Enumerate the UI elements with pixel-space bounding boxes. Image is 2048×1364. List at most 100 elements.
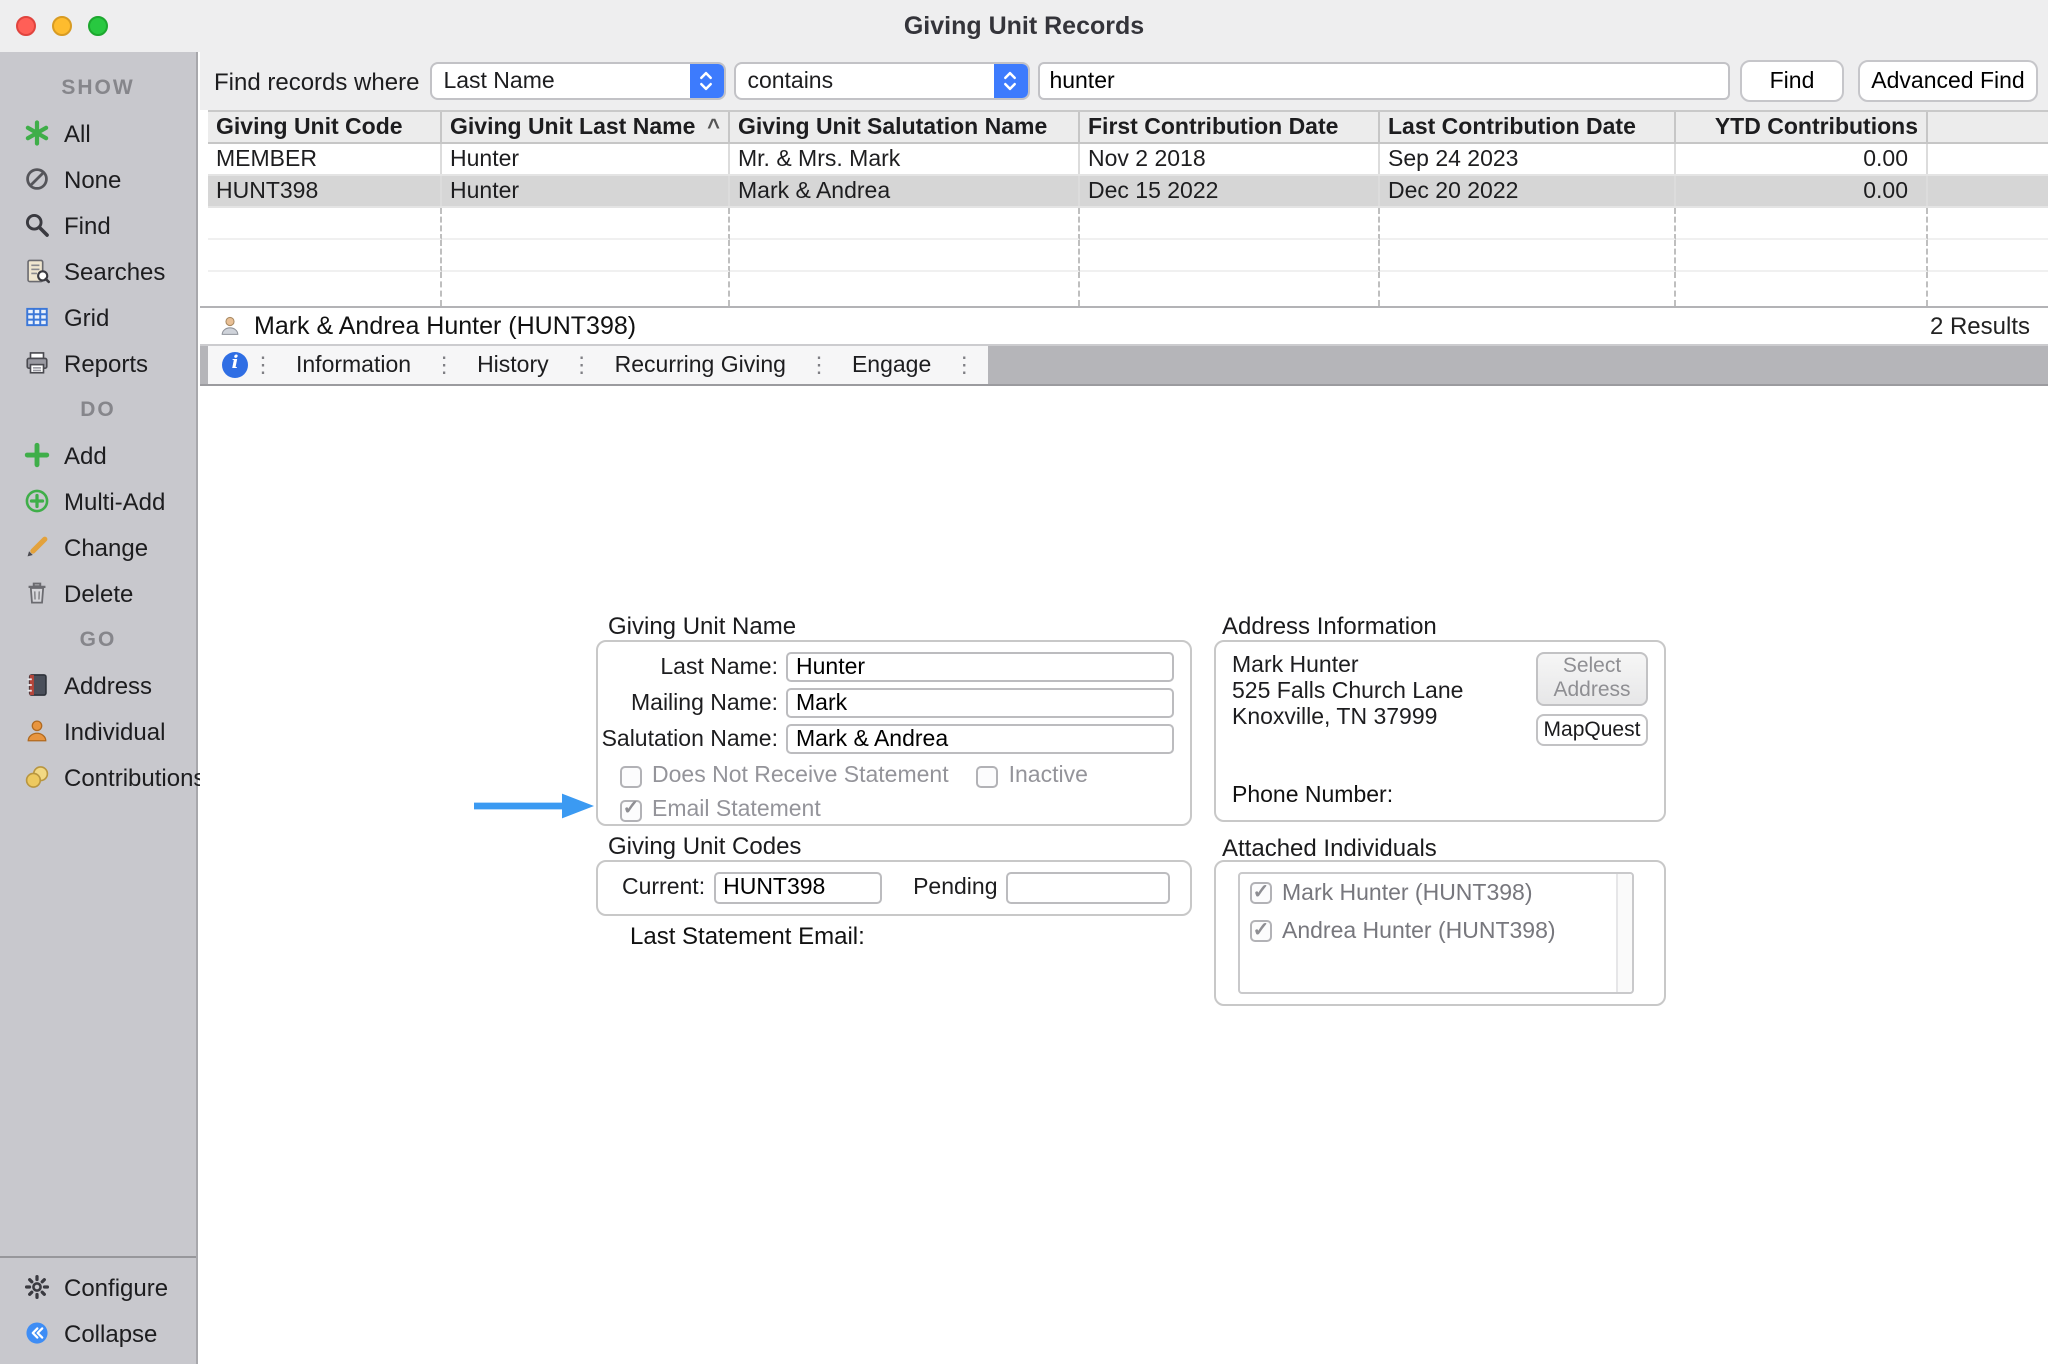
does-not-receive-statement-checkbox[interactable] (620, 765, 642, 787)
table-row-selected[interactable]: HUNT398 Hunter Mark & Andrea Dec 15 2022… (208, 176, 2048, 208)
close-window-button[interactable] (16, 16, 36, 36)
table-cell: MEMBER (208, 144, 442, 174)
zoom-window-button[interactable] (88, 16, 108, 36)
table-cell: Nov 2 2018 (1080, 144, 1380, 174)
last-statement-email-label: Last Statement Email: (630, 922, 865, 950)
sidebar-item-grid[interactable]: Grid (0, 294, 196, 340)
attached-individual-label: Mark Hunter (HUNT398) (1282, 881, 1533, 905)
sidebar-item-none[interactable]: None (0, 156, 196, 202)
salutation-name-field[interactable] (786, 724, 1174, 754)
sidebar-item-find[interactable]: Find (0, 202, 196, 248)
tab-bar: Information History Recurring Giving Eng… (200, 346, 2048, 386)
group-title-address-information: Address Information (1222, 612, 1437, 640)
traffic-lights (16, 16, 108, 36)
tab-engage[interactable]: Engage (834, 346, 949, 384)
sidebar-item-configure[interactable]: Configure (0, 1264, 196, 1310)
record-title: Mark & Andrea Hunter (HUNT398) (254, 312, 636, 340)
sidebar-item-label: Delete (64, 579, 133, 607)
operator-dropdown-value: contains (735, 69, 993, 93)
sidebar-item-label: Change (64, 533, 148, 561)
sort-ascending-icon: ^ (701, 115, 720, 139)
tab-separator-icon (804, 352, 834, 378)
sidebar-item-address[interactable]: Address (0, 662, 196, 708)
table-row-empty (208, 240, 2048, 272)
sidebar-item-all[interactable]: All (0, 110, 196, 156)
email-statement-checkbox[interactable] (620, 799, 642, 821)
current-code-field[interactable] (713, 872, 881, 904)
field-dropdown-value: Last Name (431, 69, 689, 93)
sidebar-item-reports[interactable]: Reports (0, 340, 196, 386)
sidebar-section-show: SHOW (0, 64, 196, 110)
attached-individual-row[interactable]: Andrea Hunter (HUNT398) (1240, 912, 1632, 950)
column-header-sorted[interactable]: Giving Unit Last Name^ (442, 112, 730, 142)
tab-recurring-giving[interactable]: Recurring Giving (597, 346, 804, 384)
search-icon (22, 210, 52, 240)
table-cell: HUNT398 (208, 176, 442, 206)
printer-icon (22, 348, 52, 378)
list-scrollbar[interactable] (1616, 874, 1632, 992)
sidebar-item-label: Grid (64, 303, 109, 331)
sidebar-item-change[interactable]: Change (0, 524, 196, 570)
operator-dropdown[interactable]: contains (733, 62, 1029, 100)
sidebar-item-label: None (64, 165, 121, 193)
sidebar-item-label: All (64, 119, 91, 147)
sidebar-item-label: Collapse (64, 1319, 157, 1347)
email-statement-label: Email Statement (652, 798, 821, 822)
table-cell: Dec 15 2022 (1080, 176, 1380, 206)
sidebar-item-multi-add[interactable]: Multi-Add (0, 478, 196, 524)
column-header[interactable]: First Contribution Date (1080, 112, 1380, 142)
sidebar-footer: Configure Collapse (0, 1256, 196, 1356)
sidebar-item-contributions[interactable]: Contributions (0, 754, 196, 800)
select-address-button[interactable]: Select Address (1536, 652, 1648, 706)
tab-information[interactable]: Information (278, 346, 429, 384)
results-count: 2 Results (1930, 312, 2030, 340)
sidebar: SHOW All None Find Searches Grid Reports… (0, 52, 198, 1364)
giving-unit-codes-box: Current: Pending (596, 860, 1192, 916)
pending-code-field[interactable] (1006, 872, 1170, 904)
circle-plus-icon (22, 486, 52, 516)
find-records-where-label: Find records where (214, 67, 419, 95)
advanced-find-button[interactable]: Advanced Find (1858, 60, 2038, 102)
last-name-field[interactable] (786, 652, 1174, 682)
sidebar-item-label: Address (64, 671, 152, 699)
mapquest-button[interactable]: MapQuest (1536, 714, 1648, 746)
tab-history[interactable]: History (459, 346, 567, 384)
search-input[interactable] (1037, 62, 1730, 100)
person-icon (22, 716, 52, 746)
attached-individual-checkbox[interactable] (1250, 882, 1272, 904)
gear-icon (22, 1272, 52, 1302)
column-header[interactable]: Giving Unit Code (208, 112, 442, 142)
attached-individuals-list: Mark Hunter (HUNT398) Andrea Hunter (HUN… (1238, 872, 1634, 994)
column-header-filler (1928, 112, 2048, 142)
table-cell (1928, 176, 2048, 206)
info-icon[interactable] (222, 352, 248, 378)
plus-icon (22, 440, 52, 470)
attached-individual-row[interactable]: Mark Hunter (HUNT398) (1240, 874, 1632, 912)
sidebar-item-collapse[interactable]: Collapse (0, 1310, 196, 1356)
group-title-giving-unit-name: Giving Unit Name (608, 612, 796, 640)
collapse-icon (22, 1318, 52, 1348)
table-header-row: Giving Unit Code Giving Unit Last Name^ … (208, 110, 2048, 144)
column-header[interactable]: Giving Unit Salutation Name (730, 112, 1080, 142)
sidebar-item-delete[interactable]: Delete (0, 570, 196, 616)
find-button[interactable]: Find (1740, 60, 1844, 102)
table-cell: Mark & Andrea (730, 176, 1080, 206)
coins-icon (22, 762, 52, 792)
attached-individual-checkbox[interactable] (1250, 920, 1272, 942)
pending-code-label: Pending (913, 876, 997, 900)
annotation-arrow-icon (472, 792, 596, 820)
mailing-name-field[interactable] (786, 688, 1174, 718)
attached-individual-label: Andrea Hunter (HUNT398) (1282, 919, 1556, 943)
field-dropdown[interactable]: Last Name (429, 62, 725, 100)
inactive-checkbox[interactable] (977, 765, 999, 787)
sidebar-item-searches[interactable]: Searches (0, 248, 196, 294)
column-header[interactable]: YTD Contributions (1676, 112, 1928, 142)
sidebar-item-add[interactable]: Add (0, 432, 196, 478)
inactive-label: Inactive (1009, 764, 1088, 788)
minimize-window-button[interactable] (52, 16, 72, 36)
grid-icon (22, 302, 52, 332)
column-header[interactable]: Last Contribution Date (1380, 112, 1676, 142)
table-row[interactable]: MEMBER Hunter Mr. & Mrs. Mark Nov 2 2018… (208, 144, 2048, 176)
sidebar-item-individual[interactable]: Individual (0, 708, 196, 754)
tab-group: Information History Recurring Giving Eng… (208, 346, 987, 384)
